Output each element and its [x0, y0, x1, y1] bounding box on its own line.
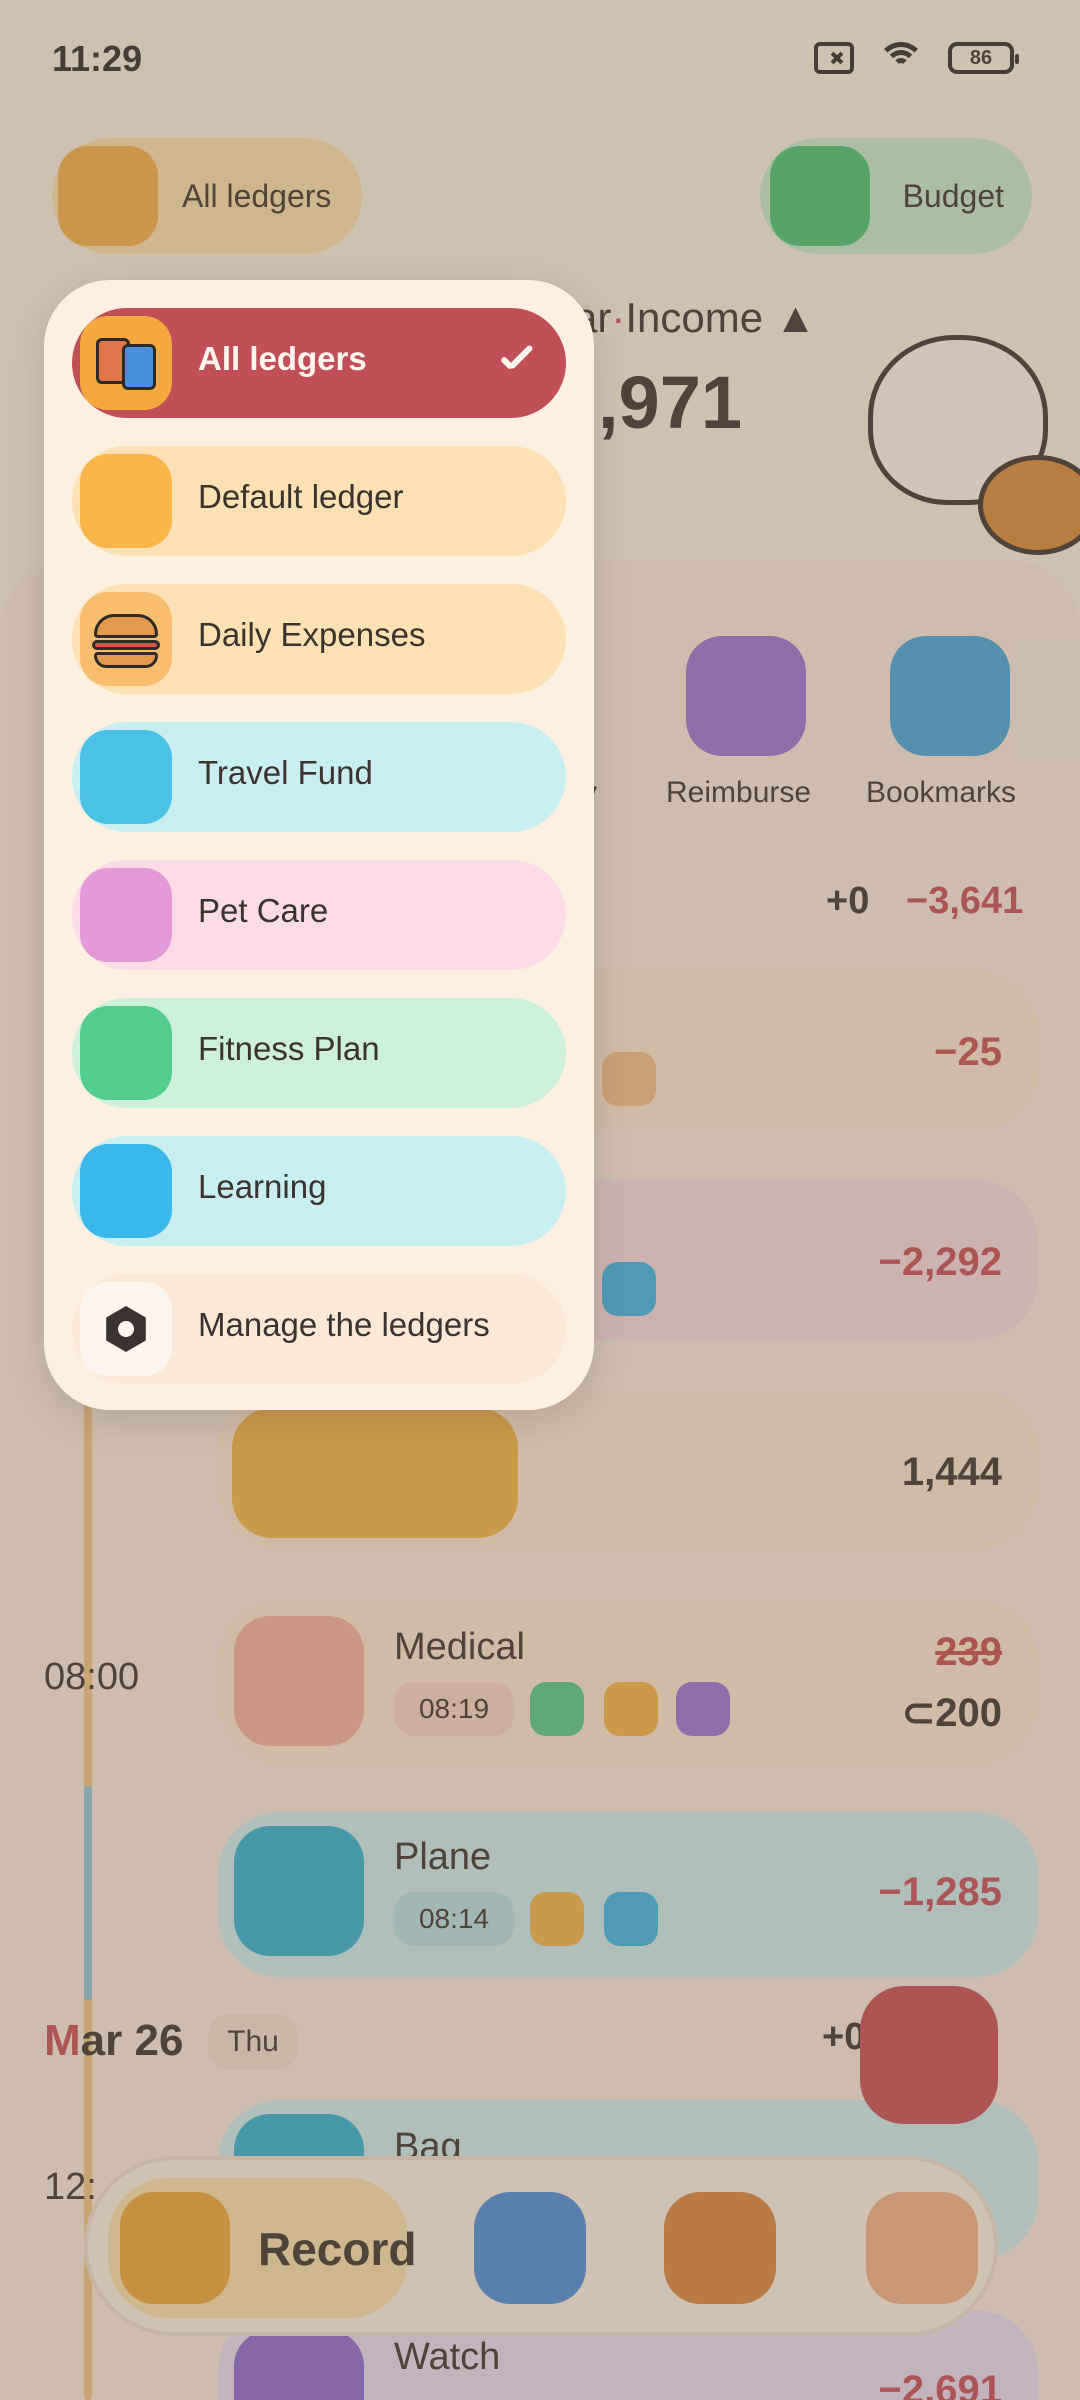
- ledger-name: Default ledger: [198, 478, 404, 515]
- ledger-item-travel-fund[interactable]: Travel Fund: [72, 722, 566, 832]
- ledger-item-fitness-plan[interactable]: Fitness Plan: [72, 998, 566, 1108]
- ledger-item-default-ledger[interactable]: Default ledger: [72, 446, 566, 556]
- ledger-name: Fitness Plan: [198, 1030, 380, 1067]
- books-icon: [80, 316, 172, 410]
- ledger-name: Learning: [198, 1168, 327, 1205]
- ledger-name: All ledgers: [198, 340, 367, 377]
- gear-icon: [80, 1282, 172, 1376]
- app-screen: 11:29 86 All ledgers Budget ar·Income ▲ …: [0, 0, 1080, 2400]
- backpack-icon: [80, 1144, 172, 1238]
- ledger-name: Pet Care: [198, 892, 329, 929]
- manage-ledgers-button[interactable]: Manage the ledgers: [72, 1274, 566, 1384]
- ledger-item-learning[interactable]: Learning: [72, 1136, 566, 1246]
- check-icon: [492, 338, 538, 384]
- manage-ledgers-label: Manage the ledgers: [198, 1306, 490, 1343]
- pet-owner-icon: [80, 868, 172, 962]
- ledger-name: Travel Fund: [198, 754, 373, 791]
- burger-icon: [80, 592, 172, 686]
- fitness-icon: [80, 1006, 172, 1100]
- ledger-item-all-ledgers[interactable]: All ledgers: [72, 308, 566, 418]
- ledger-item-daily-expenses[interactable]: Daily Expenses: [72, 584, 566, 694]
- travelers-icon: [80, 730, 172, 824]
- gift-box-icon: [80, 454, 172, 548]
- ledger-item-pet-care[interactable]: Pet Care: [72, 860, 566, 970]
- ledger-menu: All ledgers Default ledger Daily Expense…: [44, 280, 594, 1410]
- ledger-name: Daily Expenses: [198, 616, 426, 653]
